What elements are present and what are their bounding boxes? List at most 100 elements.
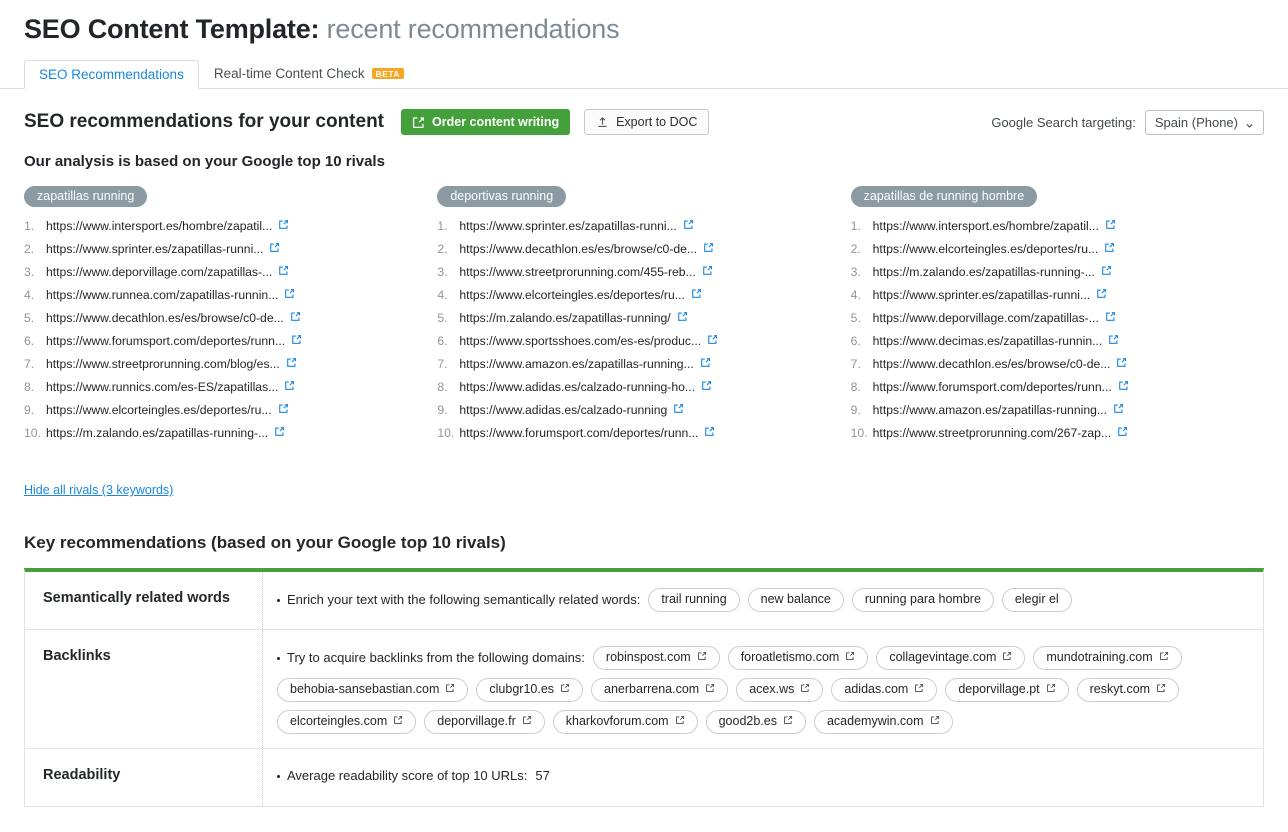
rival-url[interactable]: https://m.zalando.es/zapatillas-running-… <box>46 426 268 440</box>
external-link-icon[interactable] <box>683 219 694 230</box>
external-link-icon[interactable] <box>677 311 688 322</box>
external-link-icon[interactable] <box>269 242 280 253</box>
backlink-domain-chip[interactable]: adidas.com <box>831 678 938 702</box>
backlink-domain-chip[interactable]: behobia-sansebastian.com <box>277 678 469 702</box>
targeting-select[interactable]: Spain (Phone) <box>1144 109 1264 135</box>
backlink-domain-chip[interactable]: reskyt.com <box>1076 678 1180 702</box>
rival-url[interactable]: https://www.decathlon.es/es/browse/c0-de… <box>46 311 284 325</box>
backlink-domain-chip[interactable]: academywin.com <box>813 710 953 734</box>
rival-url[interactable]: https://www.elcorteingles.es/deportes/ru… <box>873 242 1099 256</box>
external-link-icon[interactable] <box>1101 265 1112 276</box>
rival-url[interactable]: https://www.adidas.es/calzado-running <box>459 403 667 417</box>
external-link-icon[interactable] <box>1118 380 1129 391</box>
external-link-icon[interactable] <box>1113 403 1124 414</box>
rival-url[interactable]: https://www.sprinter.es/zapatillas-runni… <box>873 288 1090 302</box>
external-link-icon[interactable] <box>1116 357 1127 368</box>
external-link-icon[interactable] <box>278 219 289 230</box>
external-link-icon[interactable] <box>284 288 295 299</box>
backlink-domain-chip[interactable]: kharkovforum.com <box>552 710 698 734</box>
external-link-icon[interactable] <box>291 334 302 345</box>
rival-url[interactable]: https://www.streetprorunning.com/267-zap… <box>873 426 1111 440</box>
chip-label: foroatletismo.com <box>740 650 840 664</box>
external-link-icon[interactable] <box>1108 334 1119 345</box>
related-word-chip[interactable]: elegir el <box>1001 588 1072 612</box>
backlink-domain-chip[interactable]: clubgr10.es <box>476 678 584 702</box>
rival-url[interactable]: https://m.zalando.es/zapatillas-running/ <box>459 311 670 325</box>
rival-url[interactable]: https://www.forumsport.com/deportes/runn… <box>873 380 1112 394</box>
rival-url[interactable]: https://www.runnics.com/es-ES/zapatillas… <box>46 380 278 394</box>
rival-url[interactable]: https://www.deporvillage.com/zapatillas-… <box>46 265 272 279</box>
rival-url[interactable]: https://www.intersport.es/hombre/zapatil… <box>46 219 272 233</box>
bullet-lead: Try to acquire backlinks from the follow… <box>277 647 585 669</box>
rival-url[interactable]: https://www.intersport.es/hombre/zapatil… <box>873 219 1099 233</box>
external-link-icon <box>1002 650 1012 665</box>
external-link-icon[interactable] <box>703 242 714 253</box>
related-word-chip[interactable]: trail running <box>648 588 740 612</box>
external-link-icon[interactable] <box>700 357 711 368</box>
chip-label: elegir el <box>1014 592 1059 606</box>
seo-content-template-page: SEO Content Template: recent recommendat… <box>0 0 1288 832</box>
export-to-doc-button[interactable]: Export to DOC <box>584 109 710 135</box>
external-link-icon[interactable] <box>278 403 289 414</box>
external-link-icon[interactable] <box>673 403 684 414</box>
targeting-selected-value: Spain (Phone) <box>1154 114 1238 130</box>
backlink-domain-chip[interactable]: mundotraining.com <box>1033 646 1182 670</box>
hide-all-rivals-link[interactable]: Hide all rivals (3 keywords) <box>24 483 173 497</box>
related-word-chip[interactable]: new balance <box>747 588 844 612</box>
tab-real-time-content-check[interactable]: Real-time Content Check BETA <box>199 59 419 88</box>
rival-url[interactable]: https://www.forumsport.com/deportes/runn… <box>46 334 285 348</box>
backlink-domain-chip[interactable]: elcorteingles.com <box>277 710 417 734</box>
rival-url[interactable]: https://www.forumsport.com/deportes/runn… <box>459 426 698 440</box>
rival-url[interactable]: https://www.decathlon.es/es/browse/c0-de… <box>873 357 1111 371</box>
external-link-icon[interactable] <box>704 426 715 437</box>
backlink-domain-chip[interactable]: deporvillage.pt <box>945 678 1069 702</box>
external-link-icon[interactable] <box>1105 219 1116 230</box>
rival-url[interactable]: https://www.sprinter.es/zapatillas-runni… <box>46 242 263 256</box>
external-link-icon[interactable] <box>290 311 301 322</box>
list-item: https://m.zalando.es/zapatillas-running-… <box>24 426 437 449</box>
keyword-pill: zapatillas running <box>24 186 148 207</box>
related-word-chip[interactable]: running para hombre <box>851 588 994 612</box>
rival-url[interactable]: https://www.decathlon.es/es/browse/c0-de… <box>459 242 697 256</box>
external-link-icon[interactable] <box>284 380 295 391</box>
rival-url[interactable]: https://www.streetprorunning.com/blog/es… <box>46 357 280 371</box>
backlink-domain-chip[interactable]: collagevintage.com <box>876 646 1026 670</box>
rival-url[interactable]: https://www.elcorteingles.es/deportes/ru… <box>459 288 685 302</box>
rival-url[interactable]: https://www.sportsshoes.com/es-es/produc… <box>459 334 701 348</box>
list-item: https://www.amazon.es/zapatillas-running… <box>851 403 1264 426</box>
rival-url[interactable]: https://www.decimas.es/zapatillas-runnin… <box>873 334 1103 348</box>
external-link-icon[interactable] <box>701 380 712 391</box>
rival-url[interactable]: https://www.streetprorunning.com/455-reb… <box>459 265 695 279</box>
rival-url[interactable]: https://www.sprinter.es/zapatillas-runni… <box>459 219 676 233</box>
external-link-icon[interactable] <box>707 334 718 345</box>
external-link-icon[interactable] <box>691 288 702 299</box>
rival-url[interactable]: https://www.runnea.com/zapatillas-runnin… <box>46 288 278 302</box>
order-content-writing-button[interactable]: Order content writing <box>401 109 571 135</box>
external-link-icon[interactable] <box>702 265 713 276</box>
section-title: SEO recommendations for your content <box>24 111 384 132</box>
backlink-domain-chip[interactable]: deporvillage.fr <box>424 710 545 734</box>
external-link-icon[interactable] <box>1104 242 1115 253</box>
external-link-icon[interactable] <box>274 426 285 437</box>
external-link-icon[interactable] <box>1096 288 1107 299</box>
backlink-domain-chip[interactable]: anerbarrena.com <box>591 678 729 702</box>
external-link-icon[interactable] <box>278 265 289 276</box>
tab-seo-recommendations[interactable]: SEO Recommendations <box>24 60 199 89</box>
rival-url[interactable]: https://www.elcorteingles.es/deportes/ru… <box>46 403 272 417</box>
chip-label: new balance <box>760 592 831 606</box>
rival-url[interactable]: https://m.zalando.es/zapatillas-running-… <box>873 265 1095 279</box>
rival-url[interactable]: https://www.amazon.es/zapatillas-running… <box>873 403 1107 417</box>
backlink-domain-chip[interactable]: acex.ws <box>736 678 824 702</box>
backlink-domain-chip[interactable]: robinspost.com <box>592 646 720 670</box>
chip-label: robinspost.com <box>605 650 691 664</box>
backlink-domain-chip[interactable]: good2b.es <box>705 710 806 734</box>
external-link-icon[interactable] <box>1117 426 1128 437</box>
rival-url[interactable]: https://www.adidas.es/calzado-running-ho… <box>459 380 695 394</box>
rival-url[interactable]: https://www.amazon.es/zapatillas-running… <box>459 357 693 371</box>
external-link-icon[interactable] <box>286 357 297 368</box>
tab-seo-recommendations-label: SEO Recommendations <box>39 67 184 82</box>
external-link-icon[interactable] <box>1105 311 1116 322</box>
rival-url[interactable]: https://www.deporvillage.com/zapatillas-… <box>873 311 1099 325</box>
backlink-domain-chip[interactable]: foroatletismo.com <box>727 646 869 670</box>
list-item: https://www.amazon.es/zapatillas-running… <box>437 357 850 380</box>
